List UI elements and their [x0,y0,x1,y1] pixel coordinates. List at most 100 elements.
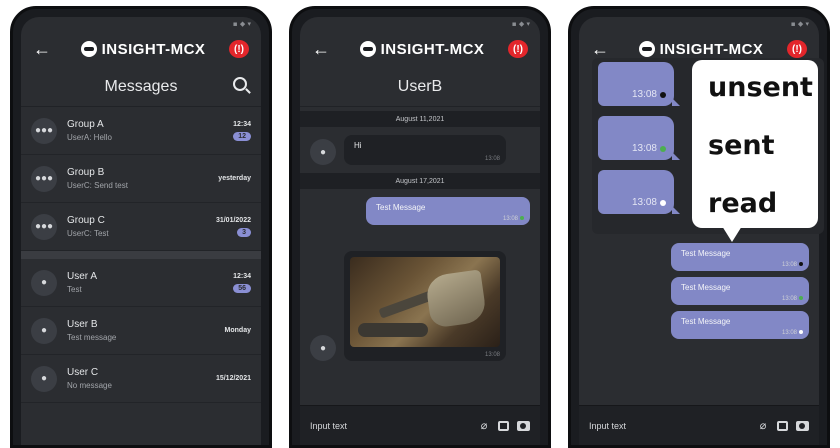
group-icon: ●●● [31,213,57,240]
message-time: 13:08 [782,262,803,268]
outgoing-bubble[interactable]: Test Message 13:08 [671,277,809,305]
conversation-item[interactable]: ●●● Group C UserC: Test 31/01/2022 3 [21,203,261,251]
conversation-name: User C [67,367,99,378]
message-input[interactable]: Input text [589,421,749,431]
outgoing-bubble[interactable]: Test Message 13:08 [671,243,809,271]
message-time: 13:08 [503,216,524,222]
phone-chat-userb: ▪ ◆ ▾ ← INSIGHT-MCX (!) UserB August 11,… [289,6,551,448]
message-text: Test Message [681,317,731,326]
user-icon: ● [31,365,57,392]
legend-time: 13:08 [632,197,666,208]
outgoing-bubble[interactable]: Test Message 13:08 [671,311,809,339]
message-text: Test Message [681,283,731,292]
message-text: Hi [354,141,362,150]
conversation-time: 12:34 [233,272,251,280]
message-input[interactable]: Input text [310,421,470,431]
back-arrow-icon[interactable]: ← [33,39,57,60]
message-input-bar: Input text ⌀ [300,405,540,445]
page-title-bar: Messages [21,67,261,107]
outgoing-message-row: Test Message 13:08 [579,307,819,343]
legend-time-text: 13:08 [631,197,657,208]
message-time-text: 13:08 [781,296,797,302]
date-separator: August 17,2021 [300,173,540,189]
user-icon: ● [310,335,336,361]
gallery-icon[interactable] [498,420,509,431]
conversation-time: 31/01/2022 [215,216,251,224]
emergency-alert-button[interactable]: (!) [508,40,528,58]
incoming-message-row: ● Hi 13:08 [300,131,540,169]
unread-badge: 12 [233,131,251,141]
message-input-bar: Input text ⌀ [579,405,819,445]
photo-bubble[interactable]: 13:08 [344,251,506,361]
read-status-icon [660,199,666,206]
bulldozer-photo[interactable] [350,257,500,347]
outgoing-message-row: Test Message 13:08 [579,275,819,307]
conversation-name: User A [67,271,98,282]
message-time: 13:08 [782,330,803,336]
emergency-alert-button[interactable]: (!) [229,40,249,58]
status-bar: ▪ ◆ ▾ [232,20,251,28]
emergency-alert-button[interactable]: (!) [787,40,807,58]
back-arrow-icon[interactable]: ← [591,39,615,60]
brand-name: INSIGHT-MCX [380,40,485,58]
outgoing-message-row: Test Message 13:08 [300,193,540,229]
outgoing-bubble[interactable]: Test Message 13:08 [366,197,530,225]
conversation-item[interactable]: ●●● Group B UserC: Send test yesterday [21,155,261,203]
conversation-time: yesterday [218,175,251,182]
conversation-preview: Test [67,285,82,294]
status-legend-overlay: 13:08 13:08 13:08 unsent sent read [592,58,824,242]
unread-badge: 3 [237,227,251,237]
legend-time-text: 13:08 [631,89,657,100]
user-icon: ● [31,269,57,296]
sent-status-icon [660,145,666,152]
stage: ▪ ◆ ▾ ← INSIGHT-MCX (!) Messages ●●● Gro… [0,0,840,448]
camera-icon[interactable] [796,420,809,431]
legend-label-sent: sent [708,130,775,161]
message-time: 13:08 [484,352,500,358]
conversation-time: Monday [224,327,251,334]
legend-time-text: 13:08 [631,143,657,154]
incoming-bubble[interactable]: Hi 13:08 [344,135,506,165]
user-icon: ● [310,139,336,165]
conversation-preview: UserA: Hello [67,133,112,142]
attach-icon[interactable]: ⌀ [757,420,769,432]
outgoing-message-row: Test Message 13:08 [579,239,819,275]
message-text: Test Message [376,203,426,212]
conversation-time: 15/12/2021 [215,375,251,382]
message-time-text: 13:08 [781,330,797,336]
sent-status-icon [520,216,524,221]
conversation-item[interactable]: ● User B Test message Monday [21,307,261,355]
group-icon: ●●● [31,165,57,192]
unsent-status-icon [660,91,666,98]
conversation-preview: UserC: Send test [67,181,128,190]
back-arrow-icon[interactable]: ← [312,39,336,60]
brand-name: INSIGHT-MCX [101,40,206,58]
conversation-name: Group B [67,167,105,178]
conversation-item[interactable]: ● User A Test 12:34 56 [21,259,261,307]
page-title: Messages [104,77,178,95]
date-separator: August 11,2021 [300,111,540,127]
legend-callout: unsent sent read [692,60,818,242]
message-time-text: 13:08 [502,216,518,222]
photo-track-shape [358,323,428,337]
brand: INSIGHT-MCX [57,41,229,58]
conversation-preview: Test message [67,333,117,342]
conversation-time: 12:34 [233,120,251,128]
unsent-status-icon [799,262,803,267]
conversation-preview: No message [67,381,112,390]
conversation-item[interactable]: ● User C No message 15/12/2021 [21,355,261,403]
unread-badge: 56 [233,283,251,293]
read-status-icon [799,330,803,335]
photo-blade-shape [424,269,488,329]
attach-icon[interactable]: ⌀ [478,420,490,432]
gallery-icon[interactable] [777,420,788,431]
search-icon[interactable] [233,77,247,91]
conversation-name: Group A [67,119,104,130]
conversation-item[interactable]: ●●● Group A UserA: Hello 12:34 12 [21,107,261,155]
screen: ▪ ◆ ▾ ← INSIGHT-MCX (!) Messages ●●● Gro… [21,17,261,445]
legend-time: 13:08 [632,143,666,154]
brand-name: INSIGHT-MCX [659,40,764,58]
message-time: 13:08 [782,296,803,302]
camera-icon[interactable] [517,420,530,431]
legend-time: 13:08 [632,89,666,100]
